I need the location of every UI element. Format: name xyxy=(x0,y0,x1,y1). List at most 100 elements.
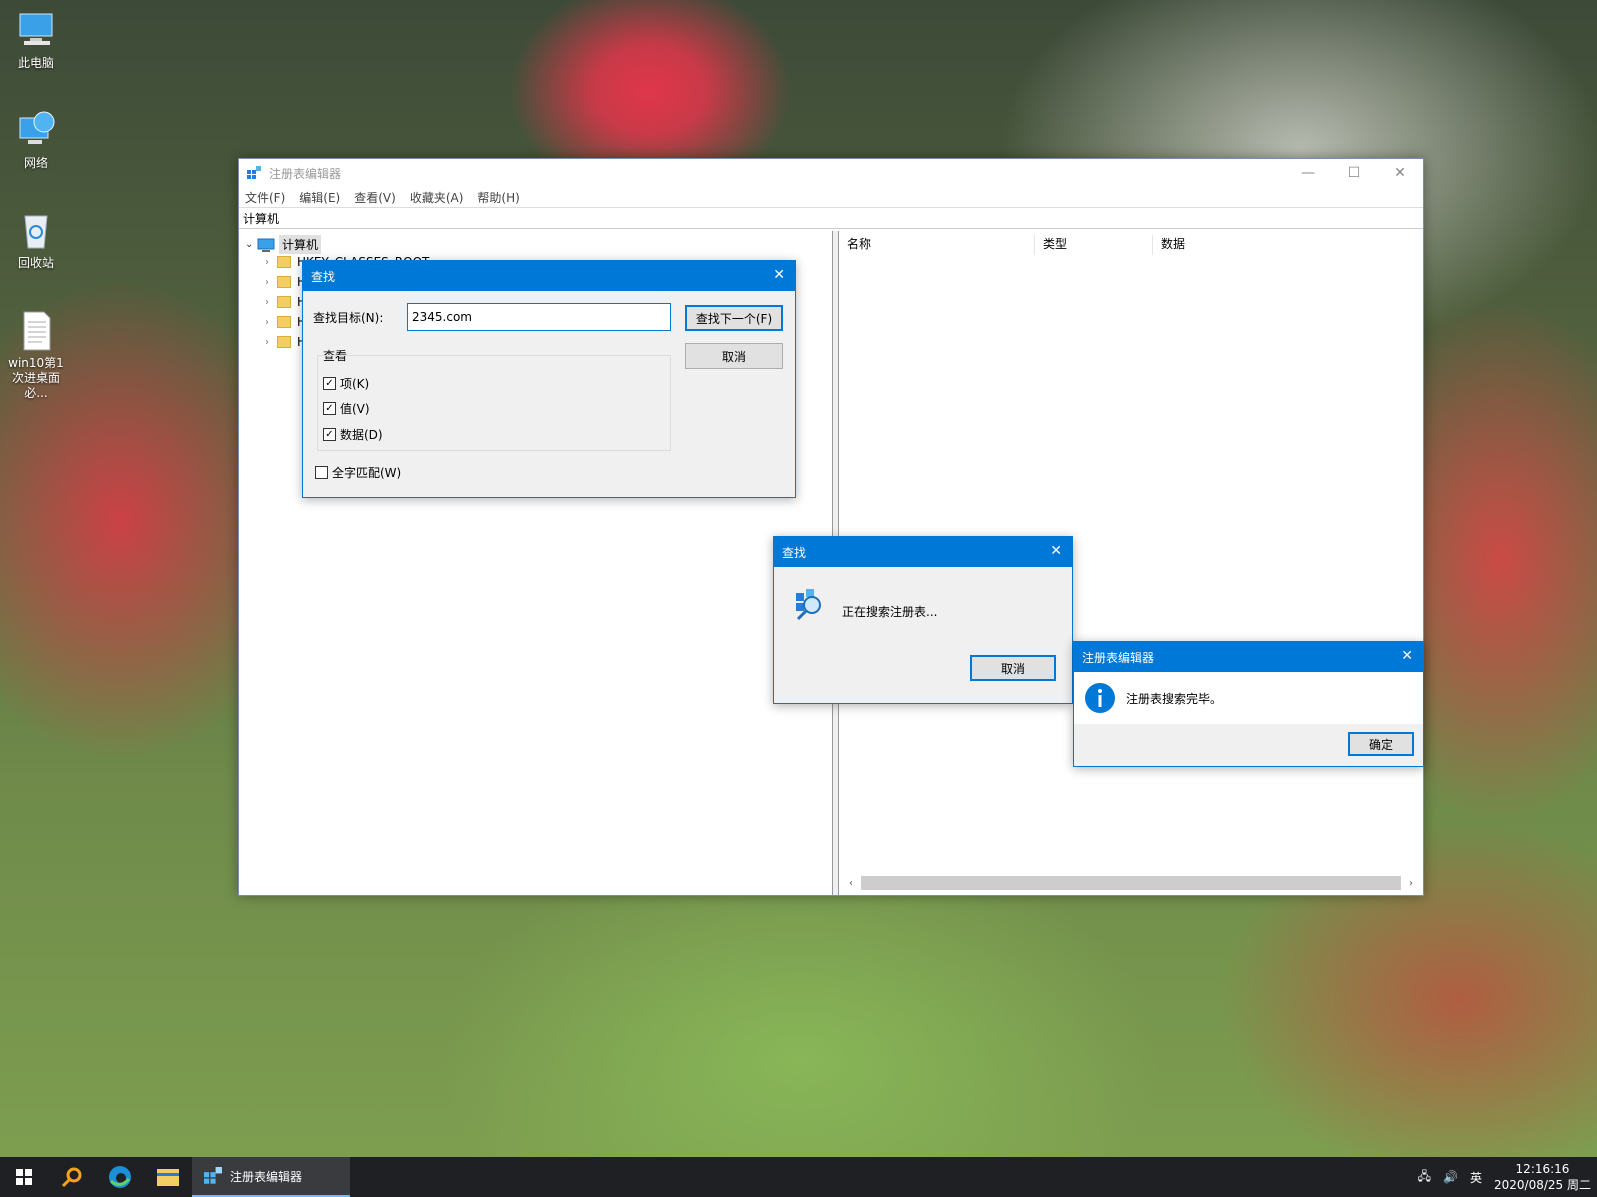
chevron-right-icon[interactable]: › xyxy=(265,297,277,308)
chevron-right-icon[interactable]: › xyxy=(265,337,277,348)
option-keys[interactable]: ✓ 项(K) xyxy=(323,375,369,392)
option-data[interactable]: ✓ 数据(D) xyxy=(323,426,383,443)
scroll-left-icon[interactable]: ‹ xyxy=(843,878,859,889)
desktop-icon-label: 网络 xyxy=(23,156,48,170)
option-whole-match[interactable]: 全字匹配(W) xyxy=(315,464,401,481)
edge-browser-icon xyxy=(109,1166,131,1188)
column-header-data[interactable]: 数据 xyxy=(1153,235,1353,255)
close-icon[interactable]: ✕ xyxy=(1401,648,1413,664)
menu-help[interactable]: 帮助(H) xyxy=(477,189,519,206)
tree-item[interactable]: › H xyxy=(265,295,306,309)
checkbox-checked-icon[interactable]: ✓ xyxy=(323,402,336,415)
dialog-titlebar[interactable]: 查找 ✕ xyxy=(303,261,795,291)
ok-button[interactable]: 确定 xyxy=(1348,732,1414,756)
dialog-titlebar[interactable]: 查找 ✕ xyxy=(774,537,1072,567)
checkbox-unchecked-icon[interactable] xyxy=(315,466,328,479)
close-icon: ✕ xyxy=(1394,165,1406,181)
network-icon xyxy=(19,111,55,144)
scrollbar-thumb[interactable] xyxy=(861,876,1401,890)
menu-edit[interactable]: 编辑(E) xyxy=(299,189,340,206)
desktop-icon-network[interactable]: 网络 xyxy=(6,108,66,171)
find-dialog: 查找 ✕ 查找目标(N): 2345.com 查找下一个(F) 取消 查看 ✓ … xyxy=(302,260,796,498)
folder-icon xyxy=(277,336,291,348)
checkbox-checked-icon[interactable]: ✓ xyxy=(323,428,336,441)
maximize-button[interactable]: ☐ xyxy=(1331,159,1377,187)
cancel-button[interactable]: 取消 xyxy=(685,343,783,369)
minimize-button[interactable]: — xyxy=(1285,159,1331,187)
find-target-input[interactable]: 2345.com xyxy=(407,303,671,331)
folder-icon xyxy=(277,276,291,288)
network-status-icon[interactable]: 🖧 xyxy=(1418,1167,1431,1188)
menu-file[interactable]: 文件(F) xyxy=(245,189,285,206)
option-label: 全字匹配(W) xyxy=(332,466,402,480)
desktop-icon-this-pc[interactable]: 此电脑 xyxy=(6,8,66,71)
taskbar-app-regedit[interactable]: 注册表编辑器 xyxy=(192,1157,350,1197)
desktop-icon-label: win10第1次进桌面必... xyxy=(8,356,64,400)
search-registry-icon xyxy=(796,589,821,621)
desktop-icon-recycle-bin[interactable]: 回收站 xyxy=(6,208,66,271)
dialog-title: 查找 xyxy=(782,545,807,560)
dialog-titlebar[interactable]: 注册表编辑器 ✕ xyxy=(1074,642,1423,672)
checkbox-checked-icon[interactable]: ✓ xyxy=(323,377,336,390)
desktop-icon-label: 此电脑 xyxy=(17,56,54,70)
column-header-type[interactable]: 类型 xyxy=(1035,235,1153,255)
option-label: 数据(D) xyxy=(340,428,383,442)
desktop-icon-text-file[interactable]: win10第1次进桌面必... xyxy=(6,308,66,401)
clock-time: 12:16:16 xyxy=(1515,1162,1570,1176)
menu-favorites[interactable]: 收藏夹(A) xyxy=(410,189,464,206)
address-bar[interactable]: 计算机 xyxy=(239,207,1423,229)
option-label: 项(K) xyxy=(340,377,370,391)
clock[interactable]: 12:16:16 2020/08/25 周二 xyxy=(1494,1161,1591,1193)
tree-item-computer[interactable]: ⌄ 计算机 xyxy=(245,235,322,254)
close-icon[interactable]: ✕ xyxy=(1050,543,1062,559)
search-progress-dialog: 查找 ✕ 正在搜索注册表... 取消 xyxy=(773,536,1073,704)
find-next-button[interactable]: 查找下一个(F) xyxy=(685,305,783,331)
start-button[interactable] xyxy=(0,1157,48,1197)
menu-view[interactable]: 查看(V) xyxy=(354,189,396,206)
window-titlebar[interactable]: 注册表编辑器 xyxy=(239,159,1423,187)
system-tray: 🖧 🔊 英 12:16:16 2020/08/25 周二 xyxy=(1418,1157,1597,1197)
chevron-right-icon[interactable]: › xyxy=(265,277,277,288)
folder-icon xyxy=(277,316,291,328)
chevron-down-icon[interactable]: ⌄ xyxy=(245,239,257,250)
menu-bar: 文件(F) 编辑(E) 查看(V) 收藏夹(A) 帮助(H) xyxy=(239,187,1423,207)
computer-icon xyxy=(257,238,275,252)
chevron-right-icon[interactable]: › xyxy=(265,317,277,328)
dialog-title: 注册表编辑器 xyxy=(1082,650,1155,665)
search-progress-message: 正在搜索注册表... xyxy=(842,605,938,619)
tree-item[interactable]: › H xyxy=(265,275,306,289)
close-icon[interactable]: ✕ xyxy=(773,267,785,283)
cancel-button[interactable]: 取消 xyxy=(970,655,1056,681)
volume-icon[interactable]: 🔊 xyxy=(1443,1170,1458,1184)
folder-icon xyxy=(277,256,291,268)
windows-logo-icon xyxy=(16,1169,32,1185)
option-values[interactable]: ✓ 值(V) xyxy=(323,400,370,417)
chevron-right-icon[interactable]: › xyxy=(265,257,277,268)
scroll-right-icon[interactable]: › xyxy=(1403,878,1419,889)
window-title: 注册表编辑器 xyxy=(269,166,342,181)
computer-icon xyxy=(19,13,53,45)
file-explorer-button[interactable] xyxy=(144,1157,192,1197)
close-button[interactable]: ✕ xyxy=(1377,159,1423,187)
dialog-title: 查找 xyxy=(311,269,336,284)
maximize-icon: ☐ xyxy=(1347,165,1361,181)
minimize-icon: — xyxy=(1301,165,1315,181)
folder-icon xyxy=(157,1169,179,1186)
recycle-bin-icon xyxy=(24,215,48,249)
column-header-name[interactable]: 名称 xyxy=(839,235,1035,255)
ime-indicator[interactable]: 英 xyxy=(1470,1169,1482,1186)
search-button[interactable] xyxy=(48,1157,96,1197)
text-file-icon xyxy=(23,311,51,351)
horizontal-scrollbar[interactable]: ‹ › xyxy=(843,875,1419,891)
regedit-app-icon xyxy=(247,166,261,179)
taskbar-app-label: 注册表编辑器 xyxy=(230,1169,303,1184)
edge-button[interactable] xyxy=(96,1157,144,1197)
tree-item[interactable]: › H xyxy=(265,335,306,349)
regedit-app-icon xyxy=(204,1167,222,1184)
info-icon xyxy=(1085,683,1115,713)
clock-date: 2020/08/25 周二 xyxy=(1494,1178,1591,1192)
search-complete-message: 注册表搜索完毕。 xyxy=(1126,692,1223,706)
tree-item[interactable]: › H xyxy=(265,315,306,329)
tree-item-label: 计算机 xyxy=(279,235,322,254)
taskbar: 注册表编辑器 🖧 🔊 英 12:16:16 2020/08/25 周二 xyxy=(0,1157,1597,1197)
